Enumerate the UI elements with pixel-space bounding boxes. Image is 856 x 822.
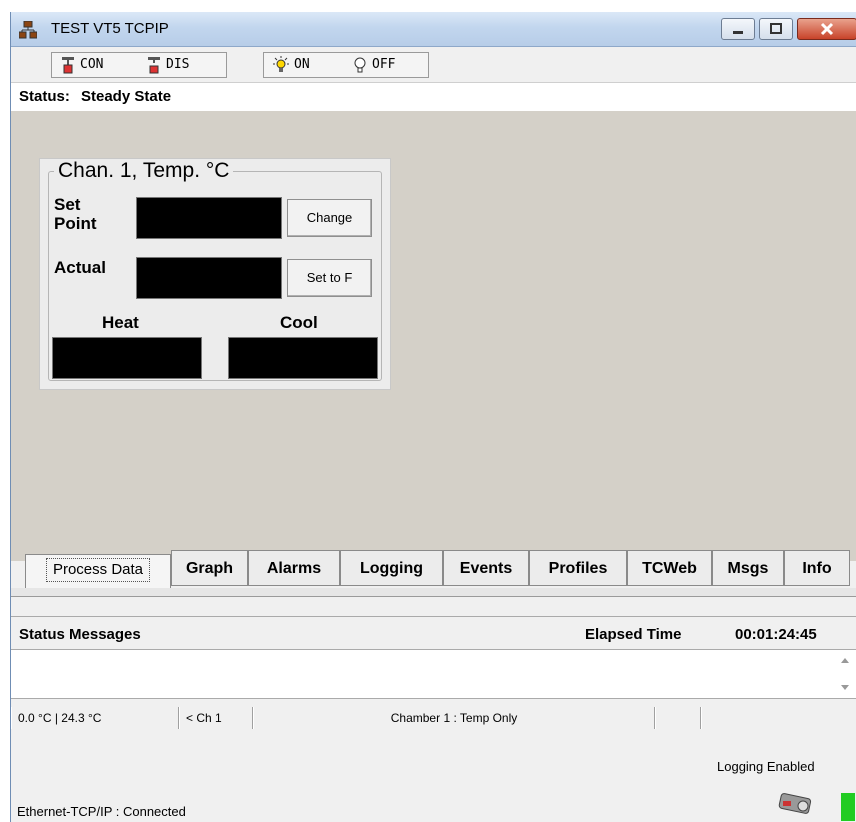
elapsed-time-value: 00:01:24:45 (735, 626, 817, 643)
tab-msgs[interactable]: Msgs (712, 550, 784, 586)
light-off-label: OFF (372, 57, 396, 72)
footer: Logging Enabled Ethernet-TCP/IP : Connec… (11, 729, 856, 821)
tab-process-data-label: Process Data (45, 558, 151, 582)
channel-1-groupbox: Chan. 1, Temp. °C Set Point Change Actua… (39, 158, 391, 390)
status-bar: 0.0 °C | 24.3 °C < Ch 1 Chamber 1 : Temp… (11, 707, 856, 729)
tab-content-strip (11, 588, 856, 597)
tab-info[interactable]: Info (784, 550, 850, 586)
heat-display (52, 337, 202, 379)
minimize-button[interactable] (721, 18, 755, 40)
light-on-button[interactable]: ON (272, 53, 310, 77)
light-button-group: ON OFF (263, 52, 429, 78)
actual-display (136, 257, 282, 299)
main-window: TEST VT5 TCPIP CON DIS ON OFF Status: St… (10, 12, 856, 822)
change-button[interactable]: Change (287, 199, 372, 237)
scroll-arrows-icon (841, 658, 849, 690)
status-line: Status: Steady State (11, 82, 856, 112)
close-icon (820, 22, 834, 36)
maximize-icon (770, 23, 782, 34)
window-title: TEST VT5 TCPIP (51, 20, 169, 37)
messages-scrollbar[interactable] (837, 650, 853, 698)
maximize-button[interactable] (759, 18, 793, 40)
heat-label: Heat (102, 313, 139, 332)
status-messages-header: Status Messages Elapsed Time 00:01:24:45 (11, 616, 856, 649)
close-button[interactable] (797, 18, 856, 40)
elapsed-time-label: Elapsed Time (585, 626, 682, 643)
toolbar: CON DIS ON OFF (11, 48, 856, 82)
status-value: Steady State (81, 88, 172, 105)
title-bar[interactable]: TEST VT5 TCPIP (11, 12, 856, 47)
status-messages-box[interactable] (11, 649, 856, 699)
minimize-icon (733, 31, 743, 34)
set-point-display (136, 197, 282, 239)
plug-disconnect-icon (148, 56, 160, 73)
cool-label: Cool (280, 313, 318, 332)
tab-bar: Process Data Graph Alarms Logging Events… (11, 550, 856, 588)
tab-logging[interactable]: Logging (340, 550, 443, 586)
cool-display (228, 337, 378, 379)
light-bulb-on-icon (273, 55, 289, 72)
tab-tcweb[interactable]: TCWeb (627, 550, 712, 586)
connection-status: Ethernet-TCP/IP : Connected (17, 804, 186, 819)
set-to-f-button[interactable]: Set to F (287, 259, 372, 297)
connection-button-group: CON DIS (51, 52, 227, 78)
tab-events[interactable]: Events (443, 550, 529, 586)
temperature-readout: 0.0 °C | 24.3 °C (11, 707, 179, 729)
connect-button[interactable]: CON (60, 53, 103, 77)
channel-selector[interactable]: < Ch 1 (179, 707, 253, 729)
logging-status: Logging Enabled (717, 759, 815, 774)
tab-alarms[interactable]: Alarms (248, 550, 340, 586)
channel-title: Chan. 1, Temp. °C (54, 159, 234, 183)
disconnect-label: DIS (166, 57, 190, 72)
light-off-button[interactable]: OFF (352, 53, 395, 77)
status-bar-empty-cell-2 (701, 707, 856, 729)
actual-label: Actual (54, 258, 106, 277)
status-label: Status: (19, 88, 70, 105)
chamber-info: Chamber 1 : Temp Only (253, 707, 655, 729)
tab-graph[interactable]: Graph (171, 550, 248, 586)
network-app-icon (19, 21, 37, 39)
connection-indicator (841, 793, 855, 821)
status-bar-empty-cell (655, 707, 701, 729)
set-point-label: Set Point (54, 195, 97, 233)
tab-profiles[interactable]: Profiles (529, 550, 627, 586)
disconnect-button[interactable]: DIS (146, 53, 189, 77)
plug-connect-icon (62, 56, 74, 73)
light-on-label: ON (294, 57, 310, 72)
connect-label: CON (80, 57, 104, 72)
status-messages-title: Status Messages (19, 626, 141, 643)
light-bulb-off-icon (354, 57, 366, 72)
camera-icon[interactable] (777, 787, 817, 819)
tab-process-data[interactable]: Process Data (25, 554, 171, 588)
